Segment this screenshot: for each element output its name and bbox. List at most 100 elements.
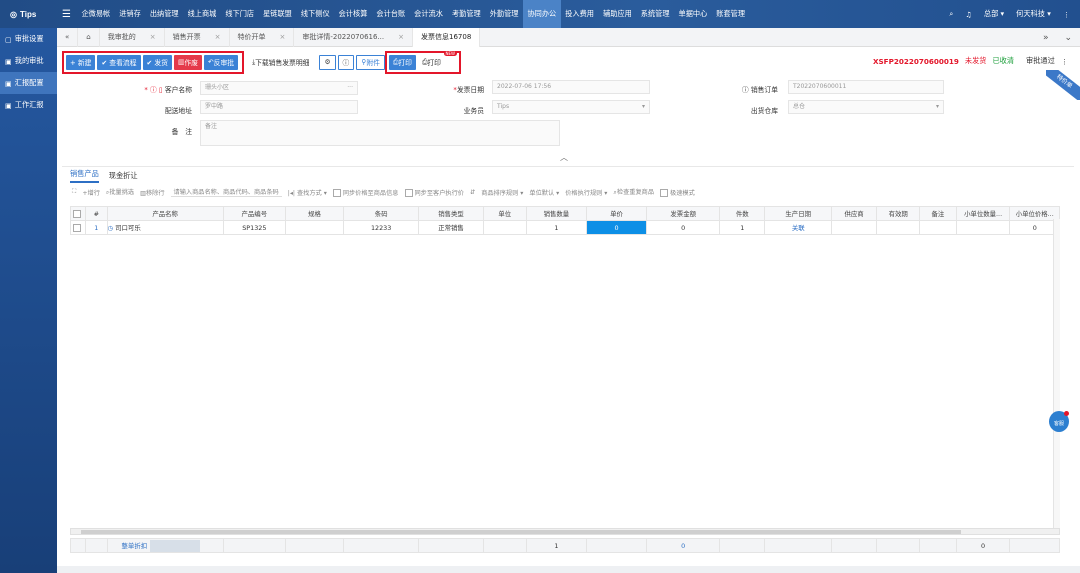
sort-icon[interactable]: ⇵ bbox=[470, 189, 475, 196]
row-checkbox[interactable] bbox=[69, 220, 87, 235]
table-cell[interactable]: 0 bbox=[585, 220, 648, 235]
chevron-down-icon[interactable]: ⌄ bbox=[1064, 33, 1072, 43]
batch-select-button[interactable]: ⌕批量挑选 bbox=[106, 187, 134, 197]
column-header[interactable]: 小单位数量... bbox=[955, 206, 1011, 221]
tab-my-approved[interactable]: 我审批的 × bbox=[100, 27, 165, 47]
remove-row-button[interactable]: ▥移除行 bbox=[140, 188, 164, 197]
table-cell[interactable] bbox=[482, 220, 527, 235]
add-row-button[interactable]: +增行 bbox=[82, 188, 100, 197]
settings-button[interactable]: ⚙ bbox=[319, 54, 336, 70]
find-mode-select[interactable]: |◂| 查找方式 ▾ bbox=[288, 188, 327, 197]
sidebar-item-approval-settings[interactable]: ▢ 审批设置 bbox=[0, 28, 57, 50]
ship-button[interactable]: ✔ 发货 bbox=[142, 54, 172, 70]
more-icon[interactable]: ⋮ bbox=[1063, 10, 1070, 19]
column-header[interactable]: 供应商 bbox=[831, 206, 878, 221]
print-button[interactable]: ⎙ 打印 bbox=[388, 54, 416, 70]
column-header[interactable]: 产品编号 bbox=[222, 206, 286, 221]
attach-button[interactable]: ⚲ 附件 bbox=[356, 54, 385, 70]
nav-item-10[interactable]: 考勤管理 bbox=[447, 0, 485, 28]
bell-icon[interactable]: ♫ bbox=[965, 10, 971, 19]
nav-item-1[interactable]: 进销存 bbox=[115, 0, 146, 28]
table-cell[interactable]: SP1325 bbox=[222, 220, 286, 235]
column-header[interactable]: 单位 bbox=[482, 206, 527, 221]
fullscreen-icon[interactable]: ⛶ bbox=[72, 188, 76, 196]
nav-item-8[interactable]: 会计台账 bbox=[372, 0, 410, 28]
table-cell[interactable] bbox=[284, 220, 345, 235]
tab-special-price[interactable]: 特价开单 × bbox=[230, 27, 295, 47]
vertical-scrollbar[interactable] bbox=[1053, 219, 1060, 529]
sort-rule-select[interactable]: 商品排序规则 ▾ bbox=[481, 188, 523, 197]
void-button[interactable]: ▥ 作废 bbox=[173, 54, 202, 70]
address-input[interactable]: 罗中路 bbox=[200, 100, 358, 114]
unit-select[interactable]: 单位默认 ▾ bbox=[529, 188, 559, 197]
unapprove-button[interactable]: ↶ 反审批 bbox=[203, 54, 239, 70]
download-button[interactable]: ⤓ 下载销售发票明细 bbox=[248, 55, 313, 70]
nav-item-3[interactable]: 线上商城 bbox=[183, 0, 221, 28]
column-header[interactable]: 生产日期 bbox=[764, 206, 833, 221]
collapse-up-icon[interactable]: ︿ bbox=[560, 152, 568, 163]
nav-item-11[interactable]: 外勤管理 bbox=[485, 0, 523, 28]
tab-approval-detail[interactable]: 审批详情-2022070616... × bbox=[294, 27, 413, 47]
user-menu[interactable]: 总部 ▾ bbox=[984, 9, 1004, 19]
nav-item-0[interactable]: 企微易帐 bbox=[77, 0, 115, 28]
nav-item-14[interactable]: 辅助应用 bbox=[599, 0, 637, 28]
product-search-input[interactable]: 请输入商品名称、商品代码、商品条码 bbox=[170, 187, 282, 197]
close-icon[interactable]: × bbox=[398, 33, 404, 41]
nav-item-4[interactable]: 线下门店 bbox=[221, 0, 259, 28]
new-button[interactable]: + 新建 bbox=[66, 54, 96, 70]
close-icon[interactable]: × bbox=[150, 33, 156, 41]
nav-item-9[interactable]: 会计流水 bbox=[410, 0, 448, 28]
table-cell[interactable] bbox=[876, 220, 921, 235]
sidebar-item-report-config[interactable]: ▣ 汇报配置 bbox=[0, 72, 57, 94]
table-cell[interactable]: 0 bbox=[646, 220, 721, 235]
tab-invoice-info[interactable]: 发票信息16708 bbox=[413, 27, 481, 47]
column-header[interactable]: 条码 bbox=[343, 206, 420, 221]
table-cell[interactable]: 1 bbox=[85, 220, 108, 235]
warehouse-select[interactable]: 总仓 ▾ bbox=[788, 100, 944, 114]
table-cell[interactable]: 1 bbox=[525, 220, 587, 235]
horizontal-scrollbar[interactable] bbox=[70, 528, 1060, 535]
home-icon[interactable]: ⌂ bbox=[78, 27, 100, 47]
nav-item-17[interactable]: 账套管理 bbox=[712, 0, 750, 28]
remark-input[interactable]: 备注 bbox=[200, 120, 560, 146]
table-cell[interactable]: 正常销售 bbox=[418, 220, 484, 235]
table-row[interactable]: 1 ◷ 司口可乐 SP1325 12233 正常销售 1 0 0 1 关联 0 bbox=[69, 220, 1060, 235]
sync-price-checkbox[interactable]: 同步价格至商品信息 bbox=[332, 188, 399, 197]
table-cell[interactable]: ◷ 司口可乐 bbox=[106, 220, 224, 235]
column-header[interactable]: 发票金额 bbox=[646, 206, 721, 221]
collapse-icon[interactable]: « bbox=[57, 27, 79, 47]
price-rule-select[interactable]: 价格执行规则 ▾ bbox=[565, 188, 607, 197]
column-header[interactable]: 规格 bbox=[284, 206, 345, 221]
table-cell[interactable] bbox=[831, 220, 878, 235]
nav-item-6[interactable]: 线下侧仪 bbox=[296, 0, 334, 28]
column-header[interactable]: 备注 bbox=[919, 206, 957, 221]
column-header[interactable]: # bbox=[85, 206, 108, 221]
check-duplicate-button[interactable]: ⌕检查重复商品 bbox=[613, 187, 654, 197]
close-icon[interactable]: × bbox=[280, 33, 286, 41]
column-header[interactable]: 销售数量 bbox=[525, 206, 587, 221]
date-input[interactable]: 2022-07-06 17:56 bbox=[492, 80, 650, 94]
tab-sales-invoice[interactable]: 销售开票 × bbox=[165, 27, 230, 47]
table-cell[interactable]: 关联 bbox=[764, 220, 833, 235]
nav-item-13[interactable]: 投入费用 bbox=[561, 0, 599, 28]
info-button[interactable]: ⓘ bbox=[337, 54, 355, 70]
column-header[interactable]: 件数 bbox=[719, 206, 766, 221]
search-icon[interactable]: ⌕ bbox=[949, 9, 953, 19]
column-header[interactable]: 产品名称 bbox=[106, 206, 224, 221]
column-header[interactable]: 有效期 bbox=[876, 206, 921, 221]
fast-mode-checkbox[interactable]: 极速模式 bbox=[660, 188, 695, 197]
column-header[interactable]: 销售类型 bbox=[418, 206, 484, 221]
nav-item-5[interactable]: 星链联盟 bbox=[259, 0, 297, 28]
view-flow-button[interactable]: ✔ 查看流程 bbox=[97, 54, 141, 70]
sidebar-item-my-approval[interactable]: ▣ 我的审批 bbox=[0, 50, 57, 72]
close-icon[interactable]: × bbox=[215, 33, 221, 41]
nav-item-15[interactable]: 系统管理 bbox=[636, 0, 674, 28]
more-icon[interactable]: ⋮ bbox=[1061, 57, 1068, 66]
sidebar-item-work-report[interactable]: ▣ 工作汇报 bbox=[0, 94, 57, 116]
tab-cash-discount[interactable]: 现金折让 bbox=[109, 171, 138, 181]
column-header[interactable]: 单价 bbox=[585, 206, 648, 221]
nav-item-2[interactable]: 出纳管理 bbox=[145, 0, 183, 28]
app-logo[interactable]: ◎ Tips bbox=[0, 10, 62, 19]
sales-select[interactable]: Tips ▾ bbox=[492, 100, 650, 114]
order-input[interactable]: T2022070600011 bbox=[788, 80, 944, 94]
